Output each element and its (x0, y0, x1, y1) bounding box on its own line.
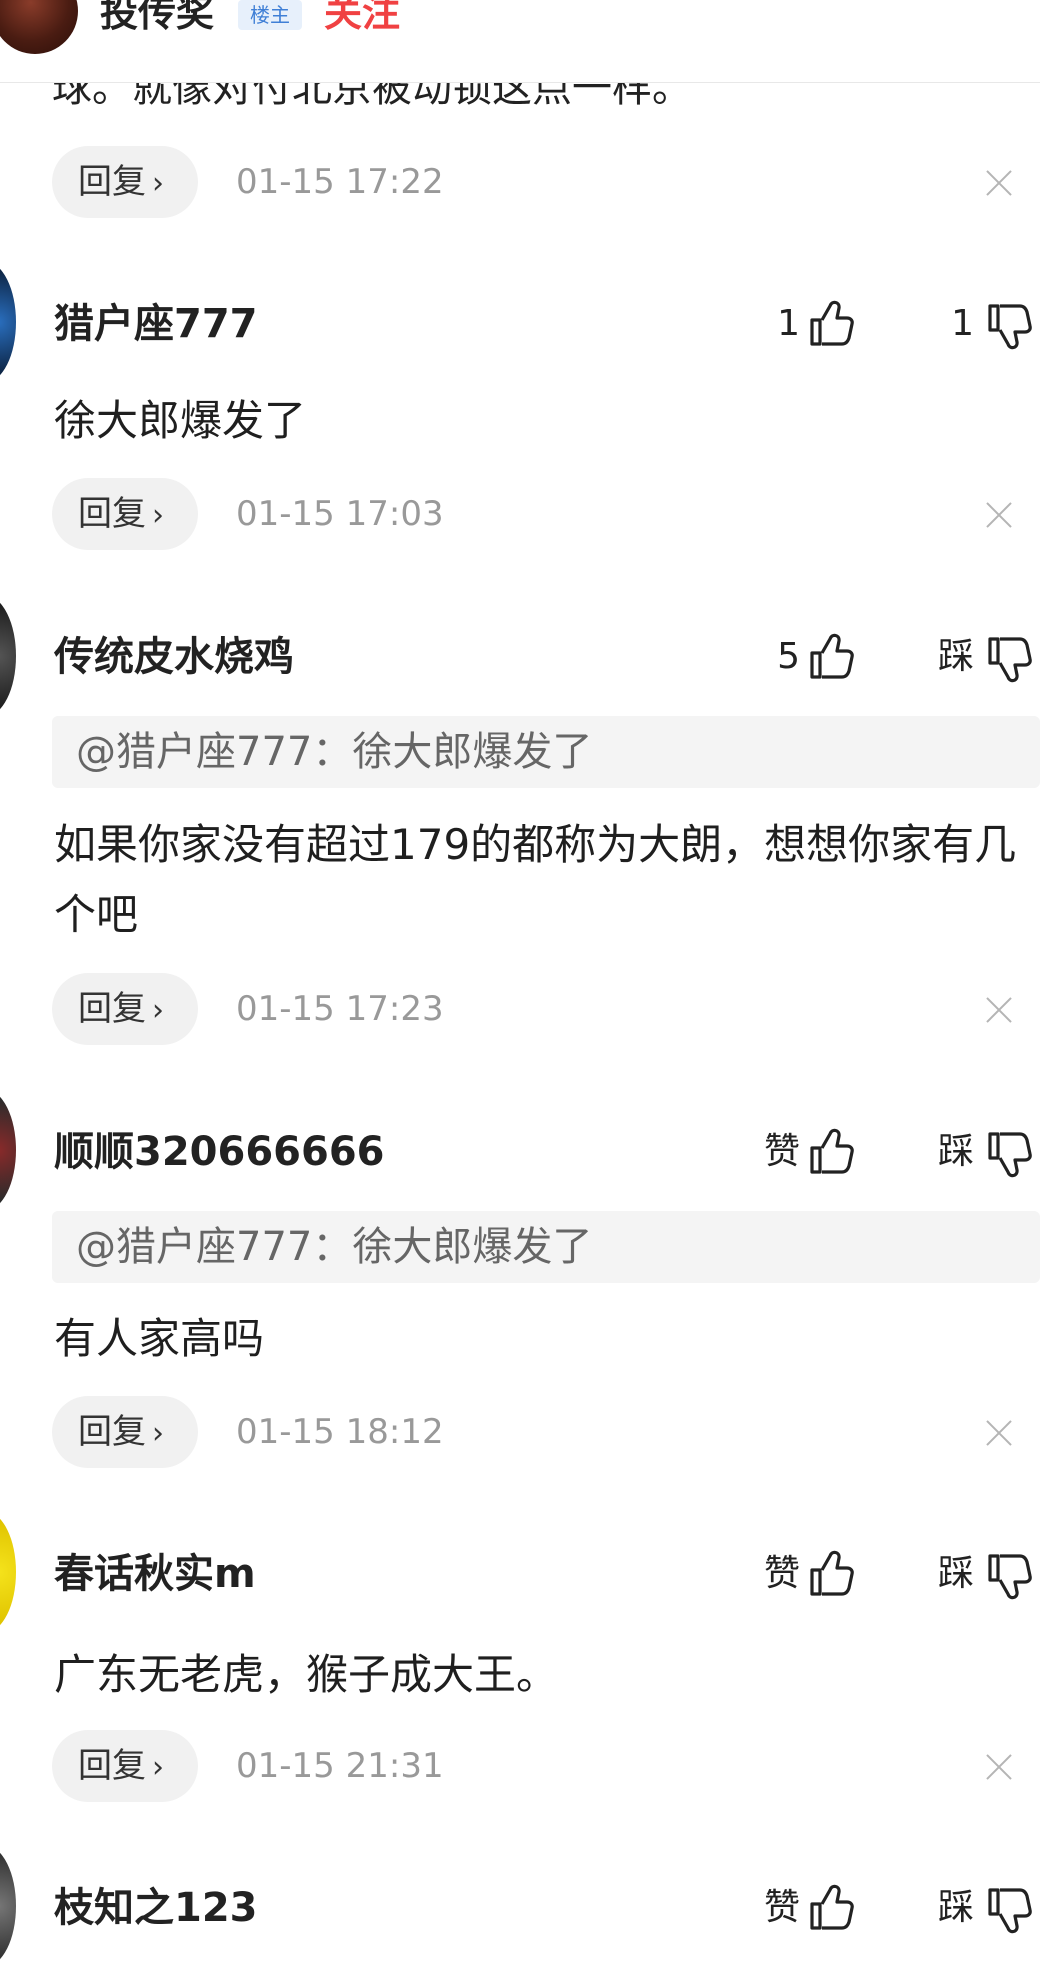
avatar[interactable] (0, 262, 16, 382)
reply-button[interactable]: 回复 › (52, 1396, 198, 1468)
comment-username[interactable]: 传统皮水烧鸡 (54, 627, 294, 687)
close-icon[interactable] (984, 1752, 1014, 1782)
quoted-comment[interactable]: @猎户座777：徐大郎爆发了 (52, 1211, 1040, 1283)
reply-label: 回复 (78, 494, 146, 534)
like-count[interactable]: 5 (740, 627, 800, 687)
close-icon[interactable] (984, 168, 1014, 198)
reply-label: 回复 (78, 162, 146, 202)
like-label[interactable]: 赞 (740, 1878, 800, 1938)
thumbs-up-icon[interactable] (808, 1882, 854, 1932)
close-icon[interactable] (984, 1418, 1014, 1448)
reply-label: 回复 (78, 1746, 146, 1786)
comment-username[interactable]: 顺顺320666666 (54, 1122, 385, 1182)
reply-button[interactable]: 回复 › (52, 146, 198, 218)
dislike-label[interactable]: 踩 (920, 627, 974, 687)
thumbs-up-icon[interactable] (808, 1548, 854, 1598)
avatar[interactable] (0, 1090, 16, 1210)
like-count[interactable]: 1 (740, 294, 800, 354)
comment-time: 01-15 21:31 (236, 1746, 444, 1786)
thumbs-up-icon[interactable] (808, 631, 854, 681)
close-icon[interactable] (984, 500, 1014, 530)
comment-time: 01-15 17:22 (236, 162, 444, 202)
reply-button[interactable]: 回复 › (52, 1730, 198, 1802)
thumbs-down-icon[interactable] (986, 635, 1032, 685)
avatar[interactable] (0, 0, 78, 54)
quoted-comment[interactable]: @猎户座777：徐大郎爆发了 (52, 716, 1040, 788)
comment-content: 徐大郎爆发了 (54, 396, 307, 445)
comment-content: 有人家高吗 (54, 1314, 265, 1363)
post-header: 投传奖 楼主 关注 (0, 0, 1040, 83)
dislike-count[interactable]: 1 (920, 294, 974, 354)
reply-button[interactable]: 回复 › (52, 973, 198, 1045)
comment-time: 01-15 17:23 (236, 989, 444, 1029)
comment-content: 广东无老虎，猴子成大王。 (54, 1650, 559, 1699)
follow-button[interactable]: 关注 (324, 0, 400, 38)
dislike-label[interactable]: 踩 (920, 1122, 974, 1182)
op-username[interactable]: 投传奖 (100, 0, 214, 38)
like-label[interactable]: 赞 (740, 1122, 800, 1182)
thumbs-down-icon[interactable] (986, 1886, 1032, 1936)
thumbs-down-icon[interactable] (986, 1130, 1032, 1180)
avatar[interactable] (0, 1846, 16, 1966)
comment-time: 01-15 18:12 (236, 1412, 444, 1452)
chevron-right-icon: › (152, 166, 164, 201)
reply-label: 回复 (78, 1412, 146, 1452)
avatar[interactable] (0, 596, 16, 716)
reply-button[interactable]: 回复 › (52, 478, 198, 550)
thumbs-down-icon[interactable] (986, 302, 1032, 352)
thumbs-up-icon[interactable] (808, 298, 854, 348)
like-label[interactable]: 赞 (740, 1544, 800, 1604)
comment-username[interactable]: 春话秋实m (54, 1544, 256, 1604)
thumbs-down-icon[interactable] (986, 1552, 1032, 1602)
thumbs-up-icon[interactable] (808, 1126, 854, 1176)
comment-time: 01-15 17:03 (236, 494, 444, 534)
chevron-right-icon: › (152, 1750, 164, 1785)
dislike-label[interactable]: 踩 (920, 1544, 974, 1604)
avatar[interactable] (0, 1512, 16, 1632)
dislike-label[interactable]: 踩 (920, 1878, 974, 1938)
comment-username[interactable]: 猎户座777 (54, 294, 258, 354)
reply-label: 回复 (78, 989, 146, 1029)
op-badge: 楼主 (238, 0, 302, 30)
comment-username[interactable]: 枝知之123 (54, 1878, 258, 1938)
chevron-right-icon: › (152, 1416, 164, 1451)
chevron-right-icon: › (152, 993, 164, 1028)
close-icon[interactable] (984, 995, 1014, 1025)
chevron-right-icon: › (152, 498, 164, 533)
comment-content: 如果你家没有超过179的都称为大朗，想想你家有几个吧 (54, 820, 1017, 939)
